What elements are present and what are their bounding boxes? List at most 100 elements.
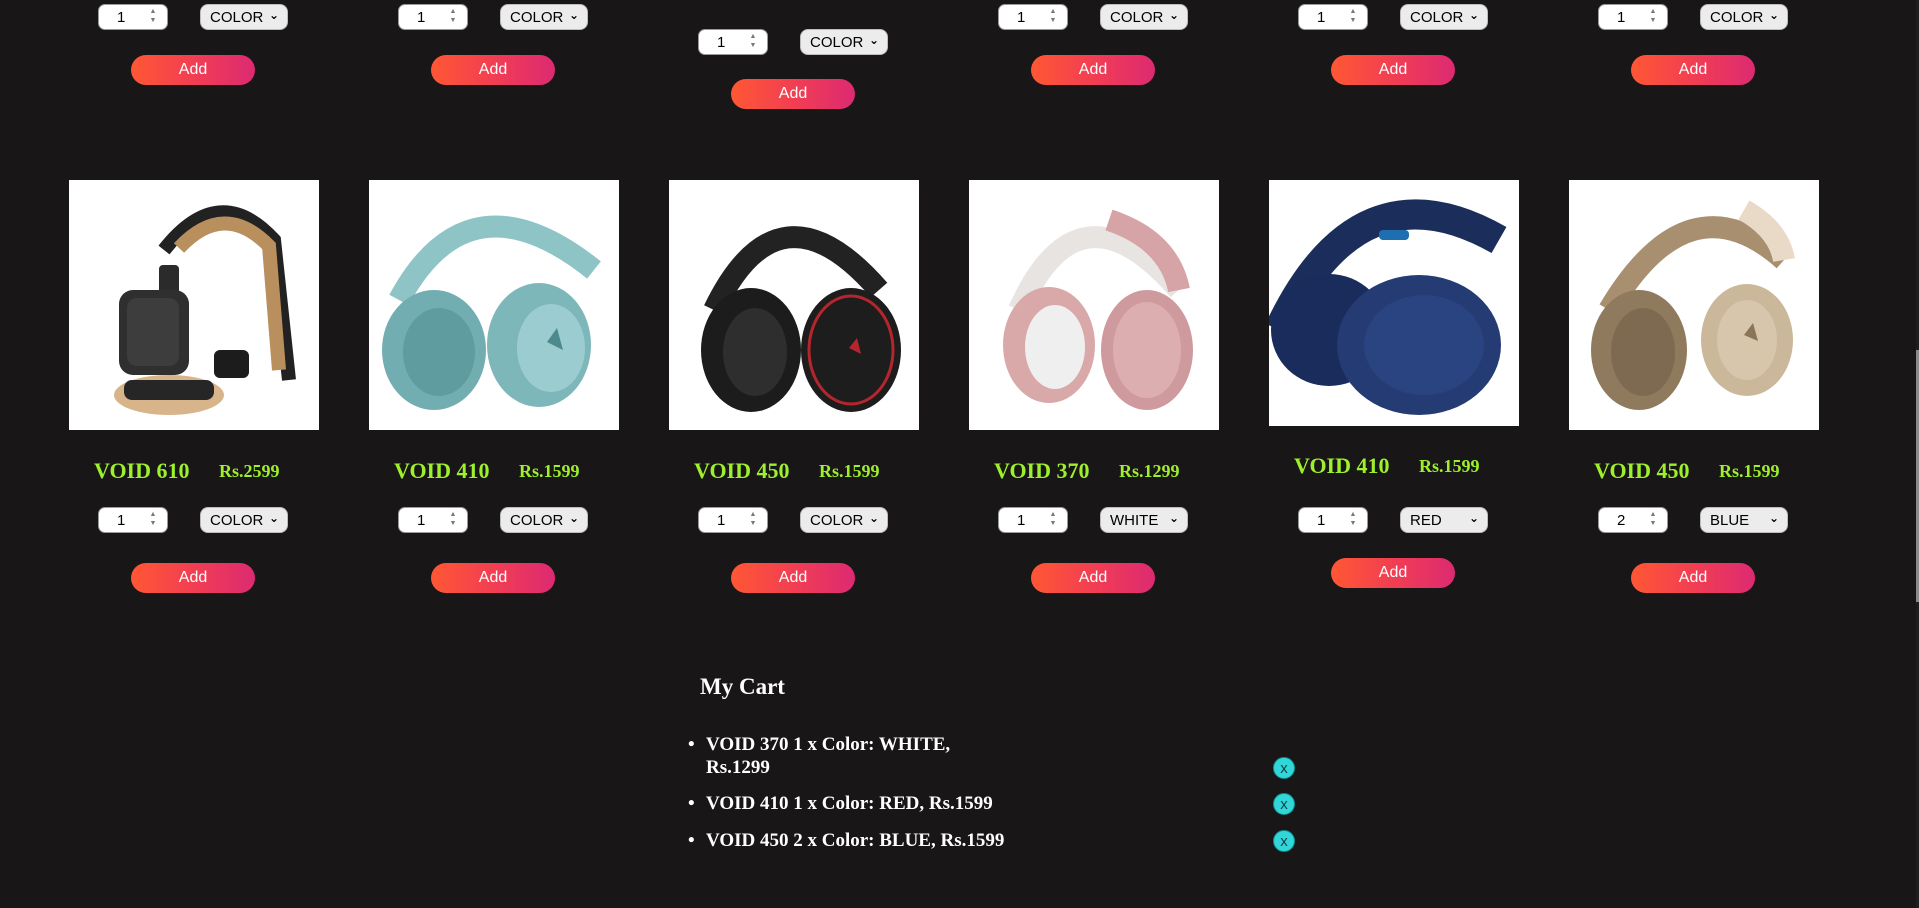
product-image[interactable] <box>369 180 619 430</box>
add-button[interactable]: Add <box>1631 55 1755 85</box>
product-image[interactable] <box>669 180 919 430</box>
product-name: VOID 370 <box>994 458 1090 483</box>
quantity-stepper[interactable]: 1 ▲ ▼ <box>1298 4 1368 30</box>
spinner-arrows-icon[interactable]: ▲ ▼ <box>445 510 461 530</box>
add-button[interactable]: Add <box>1331 55 1455 85</box>
quantity-value: 1 <box>1017 512 1026 529</box>
color-select-value: BLUE <box>1710 512 1750 529</box>
remove-item-button[interactable]: x <box>1273 830 1295 852</box>
color-select[interactable]: COLOR ⌄ <box>500 4 588 30</box>
chevron-down-icon: ⌄ <box>568 511 579 525</box>
remove-item-button[interactable]: x <box>1273 757 1295 779</box>
add-button[interactable]: Add <box>731 563 855 593</box>
product-card: VOID 410 Rs.1599 1 ▲ ▼ COLOR ⌄ Add <box>369 180 619 600</box>
color-select-value: COLOR <box>1710 9 1764 26</box>
spinner-arrows-icon[interactable]: ▲ ▼ <box>1645 510 1661 530</box>
color-select[interactable]: COLOR ⌄ <box>800 507 888 533</box>
color-select[interactable]: RED ⌄ <box>1400 507 1488 533</box>
add-button[interactable]: Add <box>1031 563 1155 593</box>
color-select[interactable]: COLOR ⌄ <box>1700 4 1788 30</box>
quantity-stepper[interactable]: 1 ▲ ▼ <box>398 507 468 533</box>
add-button[interactable]: Add <box>431 55 555 85</box>
quantity-stepper[interactable]: 2 ▲ ▼ <box>1598 507 1668 533</box>
quantity-value: 1 <box>117 9 126 26</box>
color-select-value: COLOR <box>1110 9 1164 26</box>
chevron-down-icon: ⌄ <box>1468 511 1479 525</box>
product-card: VOID 370 Rs.1299 1 ▲ ▼ WHITE ⌄ Add <box>969 180 1219 600</box>
product-image[interactable] <box>1569 180 1819 430</box>
bullet-icon: • <box>688 830 695 851</box>
product-name: VOID 610 <box>94 458 190 483</box>
color-select[interactable]: WHITE ⌄ <box>1100 507 1188 533</box>
cart-item-price: Rs.1299 <box>706 757 770 778</box>
quantity-stepper[interactable]: 1 ▲ ▼ <box>698 507 768 533</box>
headphones-teal-icon <box>382 215 601 410</box>
color-select[interactable]: BLUE ⌄ <box>1700 507 1788 533</box>
quantity-value: 1 <box>417 512 426 529</box>
quantity-value: 1 <box>417 9 426 26</box>
quantity-stepper[interactable]: 1 ▲ ▼ <box>998 507 1068 533</box>
quantity-stepper[interactable]: 1 ▲ ▼ <box>1598 4 1668 30</box>
quantity-value: 1 <box>1617 9 1626 26</box>
spinner-arrows-icon[interactable]: ▲ ▼ <box>745 510 761 530</box>
cart-title: My Cart <box>700 674 785 699</box>
chevron-down-icon: ⌄ <box>268 8 279 22</box>
spinner-arrows-icon[interactable]: ▲ ▼ <box>145 7 161 27</box>
quantity-value: 1 <box>1317 9 1326 26</box>
product-name: VOID 410 <box>394 458 490 483</box>
add-button[interactable]: Add <box>431 563 555 593</box>
bullet-icon: • <box>688 734 695 755</box>
quantity-value: 1 <box>1317 512 1326 529</box>
spinner-arrows-icon[interactable]: ▲ ▼ <box>1045 7 1061 27</box>
chevron-down-icon: ⌄ <box>1768 8 1779 22</box>
cart-item-text: VOID 370 1 x Color: WHITE, <box>706 734 951 755</box>
quantity-stepper[interactable]: 1 ▲ ▼ <box>98 507 168 533</box>
spinner-arrows-icon[interactable]: ▲ ▼ <box>145 510 161 530</box>
spinner-arrows-icon[interactable]: ▲ ▼ <box>1045 510 1061 530</box>
spinner-arrows-icon[interactable]: ▲ ▼ <box>445 7 461 27</box>
add-button[interactable]: Add <box>1031 55 1155 85</box>
product-price: Rs.1299 <box>1119 461 1180 481</box>
spinner-arrows-icon[interactable]: ▲ ▼ <box>1345 7 1361 27</box>
spinner-arrows-icon[interactable]: ▲ ▼ <box>1645 7 1661 27</box>
color-select[interactable]: COLOR ⌄ <box>1100 4 1188 30</box>
cart-item: • VOID 410 1 x Color: RED, Rs.1599 <box>688 792 1046 815</box>
add-button[interactable]: Add <box>731 79 855 109</box>
color-select[interactable]: COLOR ⌄ <box>200 4 288 30</box>
product-price: Rs.1599 <box>1419 456 1480 476</box>
color-select[interactable]: COLOR ⌄ <box>1400 4 1488 30</box>
product-name: VOID 410 <box>1294 453 1390 478</box>
chevron-down-icon: ⌄ <box>868 33 879 47</box>
remove-item-button[interactable]: x <box>1273 793 1295 815</box>
spinner-arrows-icon[interactable]: ▲ ▼ <box>745 32 761 52</box>
color-select-value: COLOR <box>210 512 264 529</box>
quantity-stepper[interactable]: 1 ▲ ▼ <box>398 4 468 30</box>
headphones-pink-icon <box>1003 209 1193 410</box>
product-card: VOID 450 Rs.1599 2 ▲ ▼ BLUE ⌄ Add <box>1569 180 1819 600</box>
color-select[interactable]: COLOR ⌄ <box>200 507 288 533</box>
quantity-stepper[interactable]: 1 ▲ ▼ <box>1298 507 1368 533</box>
add-button[interactable]: Add <box>131 563 255 593</box>
chevron-down-icon: ⌄ <box>1168 511 1179 525</box>
add-button[interactable]: Add <box>1331 558 1455 588</box>
cart-item-text: VOID 450 2 x Color: BLUE, Rs.1599 <box>706 830 1005 851</box>
headphones-wooden-icon <box>114 205 296 415</box>
color-select-value: COLOR <box>210 9 264 26</box>
product-image[interactable] <box>969 180 1219 430</box>
chevron-down-icon: ⌄ <box>1468 8 1479 22</box>
spinner-arrows-icon[interactable]: ▲ ▼ <box>1345 510 1361 530</box>
quantity-stepper[interactable]: 1 ▲ ▼ <box>698 29 768 55</box>
product-card: VOID 410 Rs.1599 1 ▲ ▼ RED ⌄ Add <box>1269 180 1519 600</box>
add-button[interactable]: Add <box>131 55 255 85</box>
product-image[interactable] <box>1269 180 1519 426</box>
color-select[interactable]: COLOR ⌄ <box>800 29 888 55</box>
product-image[interactable] <box>69 180 319 430</box>
color-select[interactable]: COLOR ⌄ <box>500 507 588 533</box>
chevron-down-icon: ⌄ <box>868 511 879 525</box>
add-button[interactable]: Add <box>1631 563 1755 593</box>
color-select-value: RED <box>1410 512 1442 529</box>
cart-item-text: VOID 410 1 x Color: RED, Rs.1599 <box>706 793 993 814</box>
quantity-stepper[interactable]: 1 ▲ ▼ <box>998 4 1068 30</box>
product-name: VOID 450 <box>1594 458 1690 483</box>
quantity-stepper[interactable]: 1 ▲ ▼ <box>98 4 168 30</box>
